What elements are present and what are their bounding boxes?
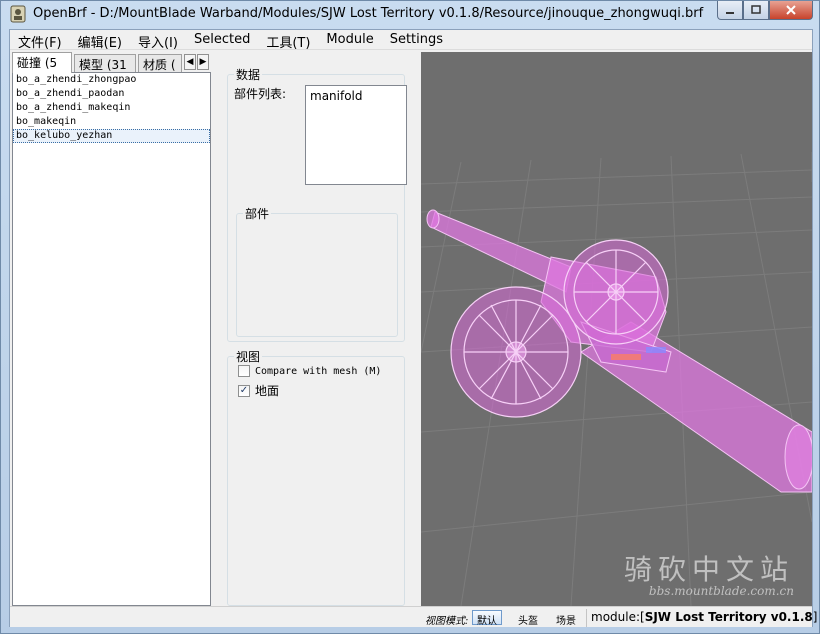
ground-option[interactable]: ✓ 地面 [238,382,279,399]
check-icon: ✓ [239,384,249,396]
parts-list-label: 部件列表: [234,87,287,101]
view-mode-label: 视图模式: [425,616,469,627]
compare-mesh-checkbox[interactable] [238,365,250,377]
list-item[interactable]: bo_a_zhendi_zhongpao [13,73,210,87]
client-area: 文件(F) 编辑(E) 导入(I) Selected 工具(T) Module … [9,29,820,627]
ground-checkbox[interactable]: ✓ [238,384,250,397]
watermark: 骑砍中文站 bbs.mountblade.com.cn [624,548,794,598]
maximize-button[interactable] [743,1,769,20]
watermark-title: 骑砍中文站 [623,553,794,586]
module-status: module:[SJW Lost Territory v0.1.8] [586,609,820,627]
parts-list[interactable]: manifold [305,85,407,185]
chevron-right-icon: ▶ [199,57,207,67]
menu-bar: 文件(F) 编辑(E) 导入(I) Selected 工具(T) Module … [10,30,812,51]
data-group-title: 数据 [234,66,263,83]
view-scene-button[interactable]: 场景 [551,610,581,627]
minimize-button[interactable] [717,1,743,20]
chevron-left-icon: ◀ [186,57,194,67]
menu-selected[interactable]: Selected [186,30,258,49]
minimize-icon [726,12,734,14]
data-group: 数据 部件列表: manifold 部件 [227,66,407,342]
list-item[interactable]: bo_a_zhendi_makeqin [13,101,210,115]
list-item-selected[interactable]: bo_kelubo_yezhan [13,129,210,143]
3d-viewport[interactable]: 骑砍中文站 bbs.mountblade.com.cn [421,52,812,606]
parts-list-item[interactable]: manifold [310,89,402,103]
ground-label: 地面 [255,384,280,398]
close-icon [786,5,796,15]
compare-mesh-option[interactable]: Compare with mesh (M) [238,365,381,377]
menu-import[interactable]: 导入(I) [130,30,186,51]
view-group-title: 视图 [234,348,263,365]
tab-material[interactable]: 材质 ( [138,54,182,72]
app-window: OpenBrf - D:/MountBlade Warband/Modules/… [0,0,820,634]
window-title: OpenBrf - D:/MountBlade Warband/Modules/… [33,6,704,21]
maximize-icon [751,5,761,14]
title-bar[interactable]: OpenBrf - D:/MountBlade Warband/Modules/… [1,1,819,29]
view-group: 视图 Compare with mesh (M) ✓ 地面 [227,348,405,606]
app-logo-icon [10,5,26,23]
parts-group: 部件 [236,205,398,337]
list-item[interactable]: bo_a_zhendi_paodan [13,87,210,101]
view-helmet-button[interactable]: 头盔 [513,610,543,627]
menu-tools[interactable]: 工具(T) [258,30,318,51]
menu-module[interactable]: Module [318,30,381,49]
module-name: SJW Lost Territory v0.1.8 [644,610,813,624]
cannon-model-render [421,52,812,606]
watermark-url: bbs.mountblade.com.cn [648,584,794,598]
compare-mesh-label: Compare with mesh (M) [255,365,382,377]
menu-settings[interactable]: Settings [382,30,451,49]
cannon-wheel-left [450,286,582,418]
parts-group-title: 部件 [243,205,272,222]
properties-panel: 数据 部件列表: manifold 部件 视图 Compare with mes… [219,52,409,606]
tab-scroll-left-button[interactable]: ◀ [184,54,196,70]
left-panel: 碰撞 (5 模型 (31 材质 ( ◀ ▶ bo_a_zhendi_zhongp… [12,52,211,606]
object-list[interactable]: bo_a_zhendi_zhongpao bo_a_zhendi_paodan … [12,72,211,606]
module-suffix: ] [812,610,818,624]
module-prefix: module:[ [591,610,645,624]
list-item[interactable]: bo_makeqin [13,115,210,129]
tab-bar: 碰撞 (5 模型 (31 材质 ( ◀ ▶ [12,52,211,73]
menu-file[interactable]: 文件(F) [10,30,70,51]
tab-scroll-right-button[interactable]: ▶ [197,54,209,70]
tab-collision[interactable]: 碰撞 (5 [12,52,72,73]
cannon-wheel-right [563,239,669,345]
close-button[interactable] [769,1,813,20]
menu-edit[interactable]: 编辑(E) [70,30,130,51]
tab-mesh[interactable]: 模型 (31 [74,54,136,72]
status-bar: 视图模式: 默认 头盔 场景 module:[SJW Lost Territor… [10,606,820,627]
view-default-button[interactable]: 默认 [472,610,502,627]
